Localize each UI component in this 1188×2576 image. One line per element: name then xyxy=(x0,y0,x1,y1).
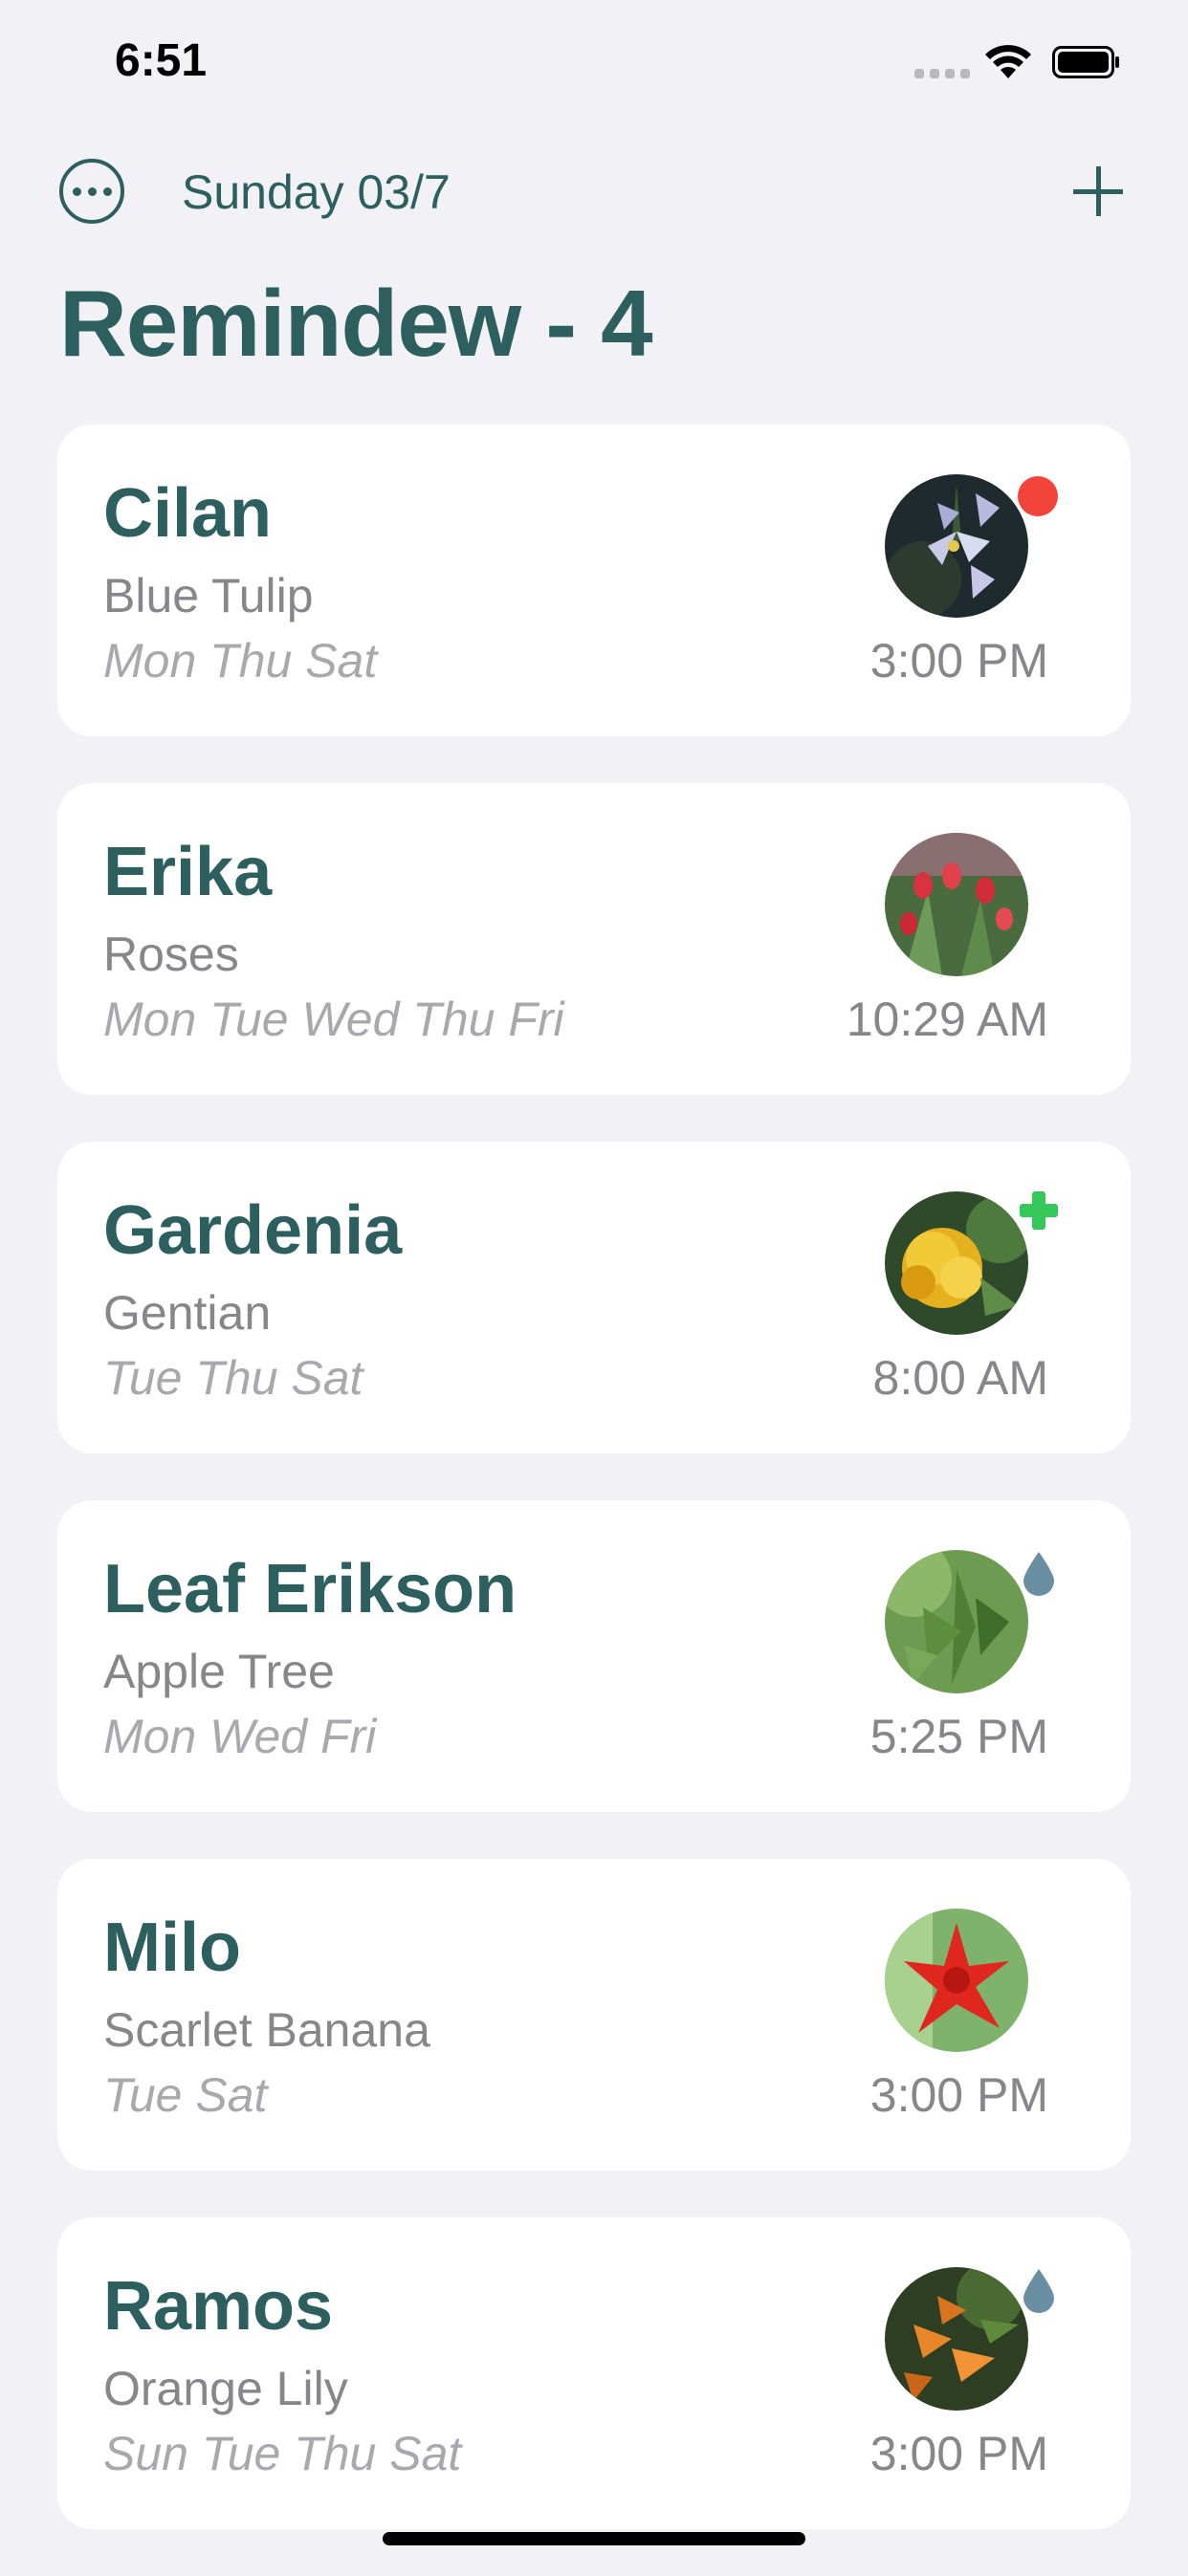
reminder-card[interactable]: Erika Roses Mon Tue Wed Thu Fri 10:29 AM xyxy=(57,783,1131,1095)
plant-name: Gentian xyxy=(103,1286,272,1340)
reminder-card[interactable]: Cilan Blue Tulip Mon Thu Sat 3:00 PM xyxy=(57,425,1131,736)
reminder-list: Cilan Blue Tulip Mon Thu Sat 3:00 PM Eri… xyxy=(57,425,1131,2576)
more-options-button[interactable] xyxy=(59,159,124,224)
reminder-time: 3:00 PM xyxy=(869,2068,1048,2122)
reminder-card[interactable]: Ramos Orange Lily Sun Tue Thu Sat 3:00 P… xyxy=(57,2217,1131,2529)
watering-days: Mon Thu Sat xyxy=(103,634,378,688)
plant-photo xyxy=(885,1909,1028,2052)
cellular-signal-icon xyxy=(914,69,970,78)
add-reminder-button[interactable] xyxy=(1069,163,1127,220)
reminder-time: 5:25 PM xyxy=(869,1710,1048,1763)
plant-name: Blue Tulip xyxy=(103,569,314,622)
reminder-card[interactable]: Gardenia Gentian Tue Thu Sat 8:00 AM xyxy=(57,1142,1131,1453)
water-drop-icon xyxy=(1023,1552,1054,1596)
plant-photo xyxy=(885,1550,1028,1693)
page-title: Remindew - 4 xyxy=(59,271,653,376)
reminder-time: 10:29 AM xyxy=(846,993,1048,1046)
plant-photo xyxy=(885,833,1028,976)
watering-days: Mon Wed Fri xyxy=(103,1710,377,1763)
date-label: Sunday 03/7 xyxy=(182,165,451,219)
alert-badge xyxy=(1018,476,1058,516)
reminder-name: Erika xyxy=(103,834,273,910)
watering-days: Sun Tue Thu Sat xyxy=(103,2427,462,2480)
plant-photo xyxy=(885,1191,1028,1335)
reminder-time: 3:00 PM xyxy=(869,634,1048,688)
reminder-name: Cilan xyxy=(103,475,273,552)
reminder-name: Gardenia xyxy=(103,1192,403,1269)
reminder-name: Leaf Erikson xyxy=(103,1551,517,1627)
plus-badge-icon xyxy=(1020,1191,1058,1230)
plant-photo xyxy=(885,474,1028,618)
plant-photo xyxy=(885,2267,1028,2411)
watering-days: Tue Sat xyxy=(103,2068,268,2122)
status-bar: 6:51 xyxy=(0,0,1188,134)
reminder-name: Milo xyxy=(103,1910,241,1986)
battery-icon xyxy=(1052,46,1119,78)
watering-days: Mon Tue Wed Thu Fri xyxy=(103,993,564,1046)
plant-name: Roses xyxy=(103,928,239,981)
wifi-icon xyxy=(985,45,1031,78)
reminder-card[interactable]: Milo Scarlet Banana Tue Sat 3:00 PM xyxy=(57,1859,1131,2171)
plant-name: Orange Lily xyxy=(103,2362,348,2415)
reminder-name: Ramos xyxy=(103,2268,334,2345)
reminder-time: 8:00 AM xyxy=(872,1351,1048,1405)
navigation-bar: Sunday 03/7 xyxy=(0,143,1188,239)
reminder-card[interactable]: Leaf Erikson Apple Tree Mon Wed Fri 5:25… xyxy=(57,1500,1131,1812)
water-drop-icon xyxy=(1023,2269,1054,2313)
reminder-time: 3:00 PM xyxy=(869,2427,1048,2480)
watering-days: Tue Thu Sat xyxy=(103,1351,363,1405)
status-time: 6:51 xyxy=(115,35,208,86)
plant-name: Scarlet Banana xyxy=(103,2003,430,2057)
plant-name: Apple Tree xyxy=(103,1645,335,1698)
home-indicator[interactable] xyxy=(383,2532,805,2545)
